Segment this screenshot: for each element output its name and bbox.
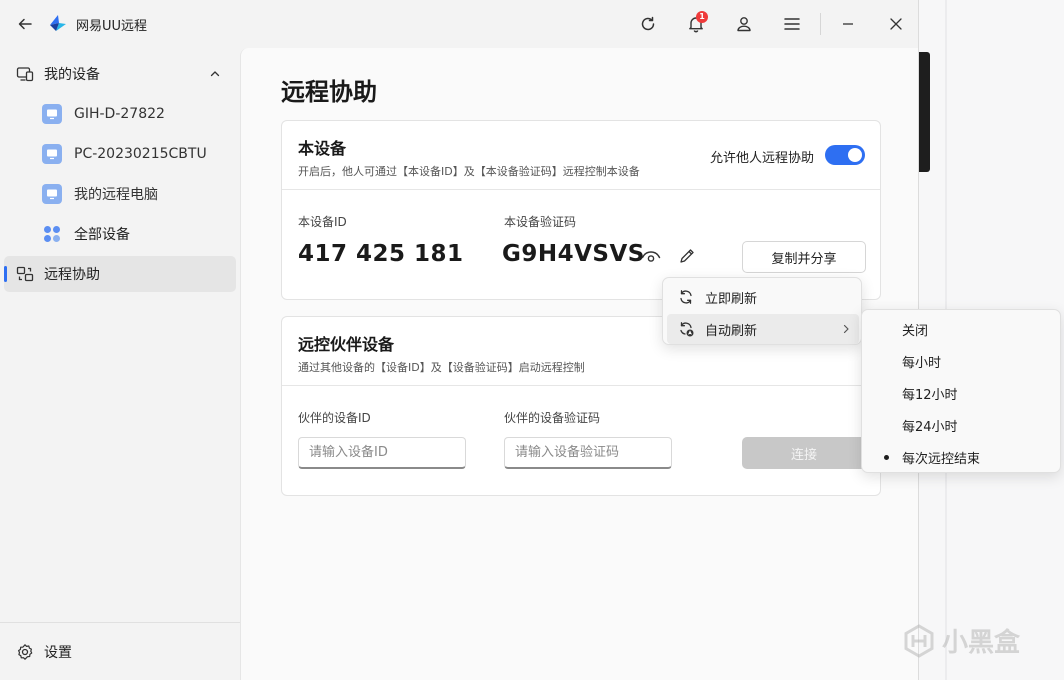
background-window-strip: [918, 52, 930, 172]
minimize-button[interactable]: [836, 12, 860, 36]
app-logo: [48, 13, 68, 33]
heybox-logo-icon: [904, 623, 934, 658]
user-icon: [737, 17, 751, 32]
auto-refresh-option-session-end[interactable]: 每次远控结束: [866, 442, 1058, 472]
auto-refresh-option-12h[interactable]: 每12小时: [866, 378, 1058, 408]
menu-item-label: 自动刷新: [705, 323, 758, 339]
partner-id-input[interactable]: [298, 437, 466, 469]
sidebar-item-label: GIH-D-27822: [74, 106, 165, 122]
page-title: 远程协助: [281, 78, 377, 106]
notification-button[interactable]: 1: [684, 11, 708, 36]
watermark: 小黑盒: [902, 622, 1020, 659]
refresh-menu: 立即刷新 自动刷新: [662, 277, 862, 345]
sidebar-group-label: 我的设备: [44, 67, 100, 83]
this-device-subtitle: 开启后，他人可通过【本设备ID】及【本设备验证码】远程控制本设备: [298, 165, 640, 178]
card-divider: [282, 385, 880, 386]
sidebar-item-device-3[interactable]: 我的远程电脑: [4, 176, 236, 212]
device-id-value: 417 425 181: [298, 241, 464, 267]
title-bar: 网易UU远程 1: [0, 0, 918, 48]
settings-label: 设置: [44, 645, 72, 661]
devices-icon: [16, 67, 34, 82]
hamburger-icon: [784, 18, 800, 30]
sidebar-divider: [0, 622, 240, 623]
menu-item-auto-refresh[interactable]: 自动刷新: [667, 314, 859, 344]
this-device-title: 本设备: [298, 139, 347, 158]
sidebar: 我的设备 GIH-D-27822 PC-20230215CBTU 我的远程电脑 …: [0, 48, 240, 680]
titlebar-divider: [820, 13, 821, 35]
active-indicator: [4, 266, 7, 282]
device-code-value: G9H4VSVS: [502, 241, 645, 267]
allow-remote-label: 允许他人远程协助: [709, 151, 814, 166]
notification-badge: 1: [696, 11, 708, 23]
auto-refresh-submenu: 关闭 每小时 每12小时 每24小时 每次远控结束: [861, 309, 1061, 473]
partner-id-label: 伙伴的设备ID: [298, 411, 371, 425]
sidebar-item-label: PC-20230215CBTU: [74, 146, 207, 162]
auto-refresh-option-24h[interactable]: 每24小时: [866, 410, 1058, 440]
card-divider: [282, 189, 880, 190]
this-device-card: 本设备 开启后，他人可通过【本设备ID】及【本设备验证码】远程控制本设备 允许他…: [281, 120, 881, 300]
minimize-icon: [843, 23, 853, 25]
connect-button[interactable]: 连接: [742, 437, 866, 469]
chevron-up-icon: [210, 71, 220, 77]
toggle-knob: [848, 148, 862, 162]
eye-icon: [641, 251, 661, 262]
sidebar-item-label: 我的远程电脑: [74, 187, 158, 203]
refresh-button[interactable]: [636, 12, 660, 36]
auto-refresh-option-off[interactable]: 关闭: [866, 314, 1058, 344]
remote-assist-icon: [16, 266, 34, 282]
edit-code-button[interactable]: [675, 244, 699, 268]
close-icon: [890, 18, 902, 30]
grid-dots-icon: [44, 226, 60, 242]
sidebar-item-device-2[interactable]: PC-20230215CBTU: [4, 136, 236, 172]
chevron-right-icon: [843, 324, 849, 334]
partner-device-title: 远控伙伴设备: [298, 335, 395, 354]
refresh-icon: [641, 16, 655, 31]
copy-share-button[interactable]: 复制并分享: [742, 241, 866, 273]
show-code-button[interactable]: [639, 245, 663, 269]
watermark-text: 小黑盒: [942, 628, 1021, 658]
sidebar-item-device-1[interactable]: GIH-D-27822: [4, 96, 236, 132]
sidebar-item-all-devices[interactable]: 全部设备: [4, 216, 236, 252]
close-button[interactable]: [884, 12, 908, 36]
app-title: 网易UU远程: [76, 19, 148, 34]
allow-remote-toggle[interactable]: [825, 145, 865, 165]
sidebar-item-label: 全部设备: [74, 227, 130, 243]
menu-item-refresh-now[interactable]: 立即刷新: [667, 282, 859, 312]
sidebar-group-my-devices[interactable]: 我的设备: [4, 56, 236, 92]
gear-icon: [18, 644, 33, 660]
sidebar-item-label: 远程协助: [44, 267, 100, 283]
partner-device-subtitle: 通过其他设备的【设备ID】及【设备验证码】启动远程控制: [298, 361, 585, 374]
back-button[interactable]: [14, 13, 36, 35]
selected-bullet: [884, 455, 889, 460]
account-button[interactable]: [732, 12, 756, 36]
refresh-icon: [677, 288, 695, 306]
menu-button[interactable]: [780, 12, 804, 36]
monitor-icon: [42, 144, 62, 164]
pencil-icon: [680, 249, 694, 263]
monitor-icon: [42, 184, 62, 204]
main-content: 远程协助 本设备 开启后，他人可通过【本设备ID】及【本设备验证码】远程控制本设…: [240, 48, 918, 680]
device-id-label: 本设备ID: [298, 215, 347, 229]
auto-refresh-option-hourly[interactable]: 每小时: [866, 346, 1058, 376]
menu-item-label: 立即刷新: [705, 291, 758, 307]
auto-refresh-icon: [677, 320, 695, 338]
arrow-left-icon: [18, 18, 32, 30]
partner-code-input[interactable]: [504, 437, 672, 469]
device-code-label: 本设备验证码: [504, 215, 577, 229]
settings-button[interactable]: 设置: [4, 634, 236, 670]
sidebar-item-remote-assist[interactable]: 远程协助: [4, 256, 236, 292]
partner-code-label: 伙伴的设备验证码: [504, 411, 601, 425]
monitor-icon: [42, 104, 62, 124]
